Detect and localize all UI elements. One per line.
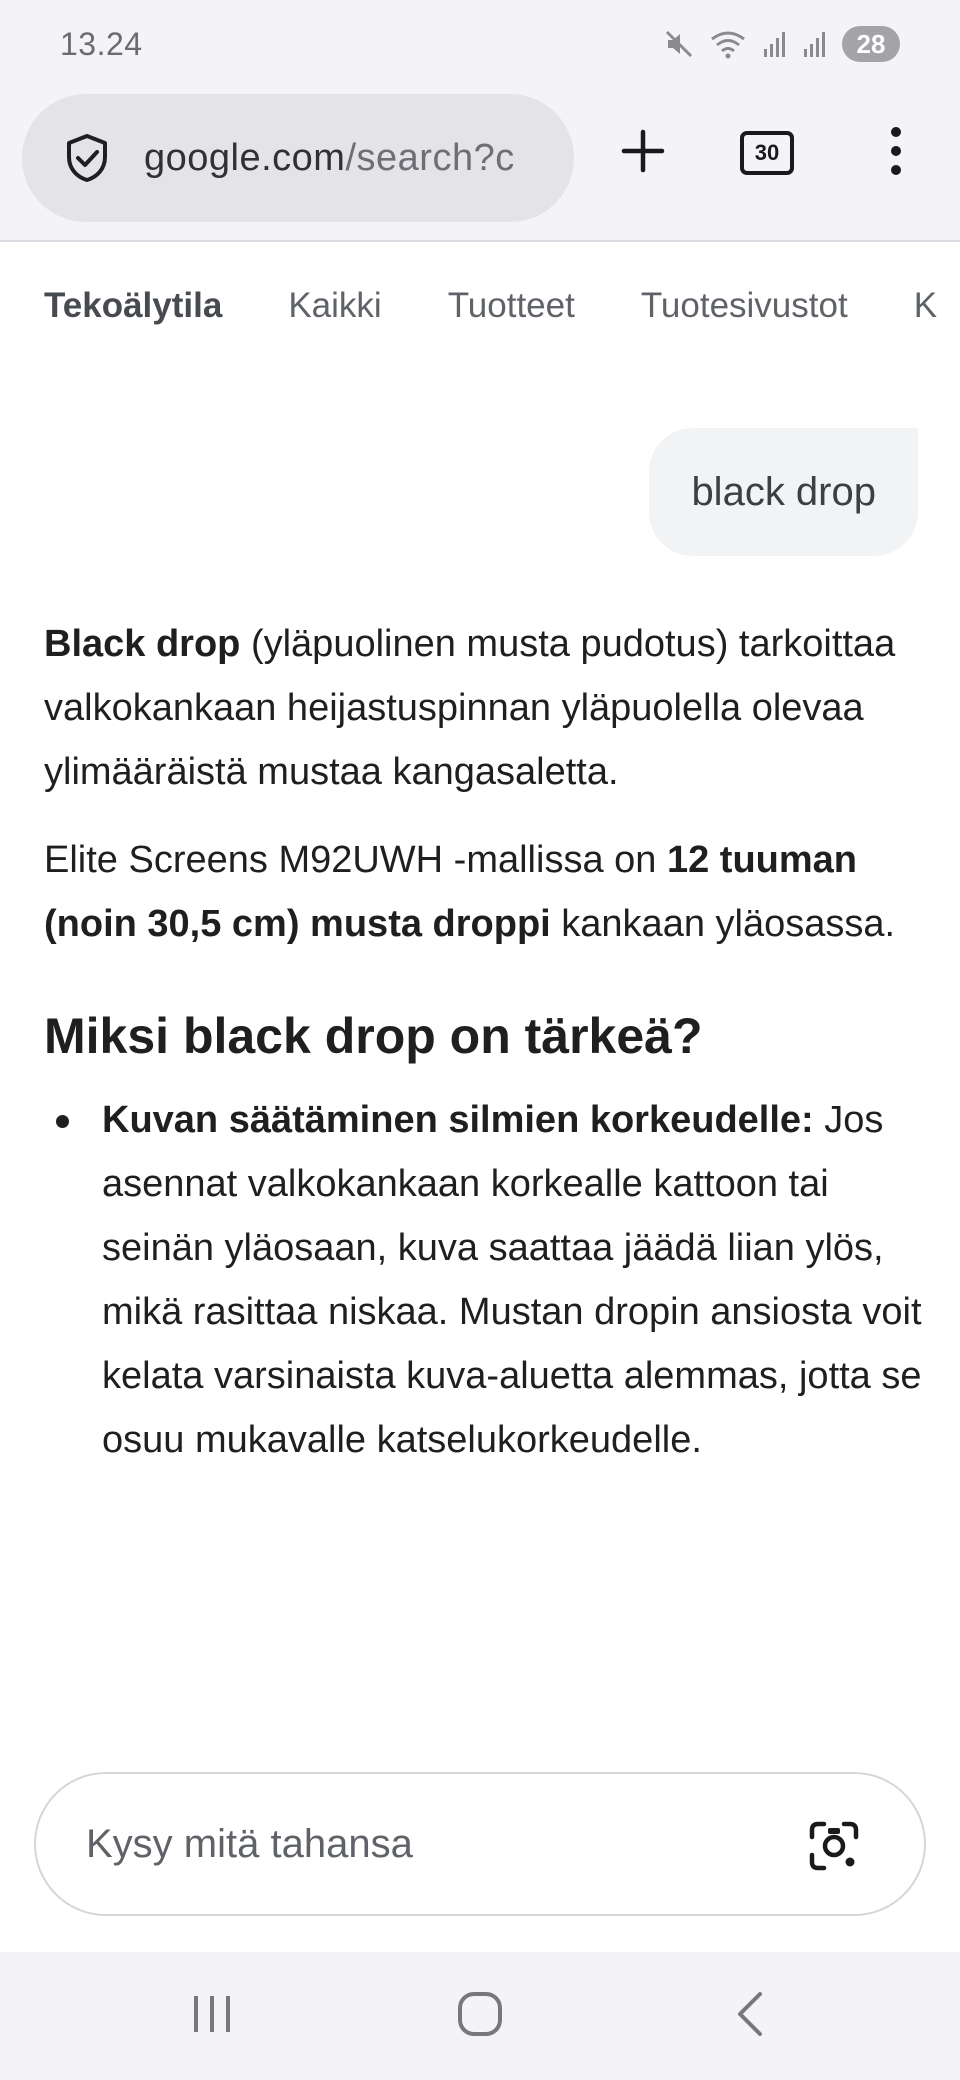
- tab-all[interactable]: Kaikki: [288, 286, 381, 326]
- address-bar[interactable]: google.com/search?c: [22, 94, 574, 222]
- search-tabs: Tekoälytila Kaikki Tuotteet Tuotesivusto…: [0, 244, 960, 368]
- answer-heading: Miksi black drop on tärkeä?: [44, 1008, 703, 1064]
- url-path: /search?c: [345, 136, 515, 179]
- tab-switcher-button[interactable]: 30: [736, 122, 798, 184]
- status-bar: 13.24 28: [0, 0, 960, 90]
- answer-text: kankaan yläosassa.: [550, 903, 896, 945]
- status-icons: 28: [664, 24, 900, 64]
- answer-paragraph: Black drop (yläpuolinen musta pudotus) t…: [44, 612, 924, 804]
- recents-button[interactable]: [180, 1984, 244, 2048]
- list-item: Kuvan säätäminen silmien korkeudelle: Jo…: [44, 1088, 924, 1472]
- tab-count: 30: [754, 140, 780, 165]
- bullet-text: Jos asennat valkokankaan korkealle katto…: [102, 1099, 922, 1461]
- home-button[interactable]: [448, 1984, 512, 2048]
- tab-products[interactable]: Tuotteet: [448, 286, 575, 326]
- wifi-icon: [708, 29, 748, 59]
- signal-icon: [762, 29, 788, 59]
- ask-bar: [34, 1772, 926, 1916]
- answer-paragraph: Elite Screens M92UWH -mallissa on 12 tuu…: [44, 828, 924, 956]
- ai-answer: Black drop (yläpuolinen musta pudotus) t…: [44, 612, 924, 1472]
- recents-icon: [190, 1992, 234, 2041]
- back-icon: [732, 1990, 768, 2043]
- more-vert-icon: [890, 126, 902, 181]
- shield-check-icon[interactable]: [60, 131, 114, 185]
- signal-icon: [802, 29, 828, 59]
- mute-icon: [664, 29, 694, 59]
- status-time: 13.24: [60, 26, 143, 62]
- back-button[interactable]: [718, 1984, 782, 2048]
- tabs-icon: 30: [740, 131, 794, 175]
- home-icon: [456, 1990, 504, 2043]
- user-query-bubble: black drop: [649, 428, 918, 556]
- new-tab-button[interactable]: [610, 120, 676, 186]
- answer-term: Black drop: [44, 623, 241, 665]
- url-host: google.com: [144, 136, 346, 179]
- bullet-title: Kuvan säätäminen silmien korkeudelle:: [102, 1099, 814, 1141]
- tab-more[interactable]: K: [914, 286, 937, 326]
- google-lens-icon[interactable]: [808, 1820, 860, 1872]
- tab-ai-mode[interactable]: Tekoälytila: [44, 286, 222, 326]
- battery-indicator: 28: [842, 26, 900, 62]
- url-text[interactable]: google.com/search?c: [144, 137, 515, 180]
- answer-text: Elite Screens M92UWH -mallissa on: [44, 839, 667, 881]
- menu-button[interactable]: [870, 120, 922, 186]
- plus-icon: [620, 128, 666, 179]
- system-nav-bar: [0, 1952, 960, 2080]
- tab-product-sites[interactable]: Tuotesivustot: [641, 286, 848, 326]
- answer-bullet-list: Kuvan säätäminen silmien korkeudelle: Jo…: [44, 1088, 924, 1472]
- browser-toolbar: google.com/search?c 30: [0, 90, 960, 242]
- ask-input[interactable]: [86, 1821, 786, 1867]
